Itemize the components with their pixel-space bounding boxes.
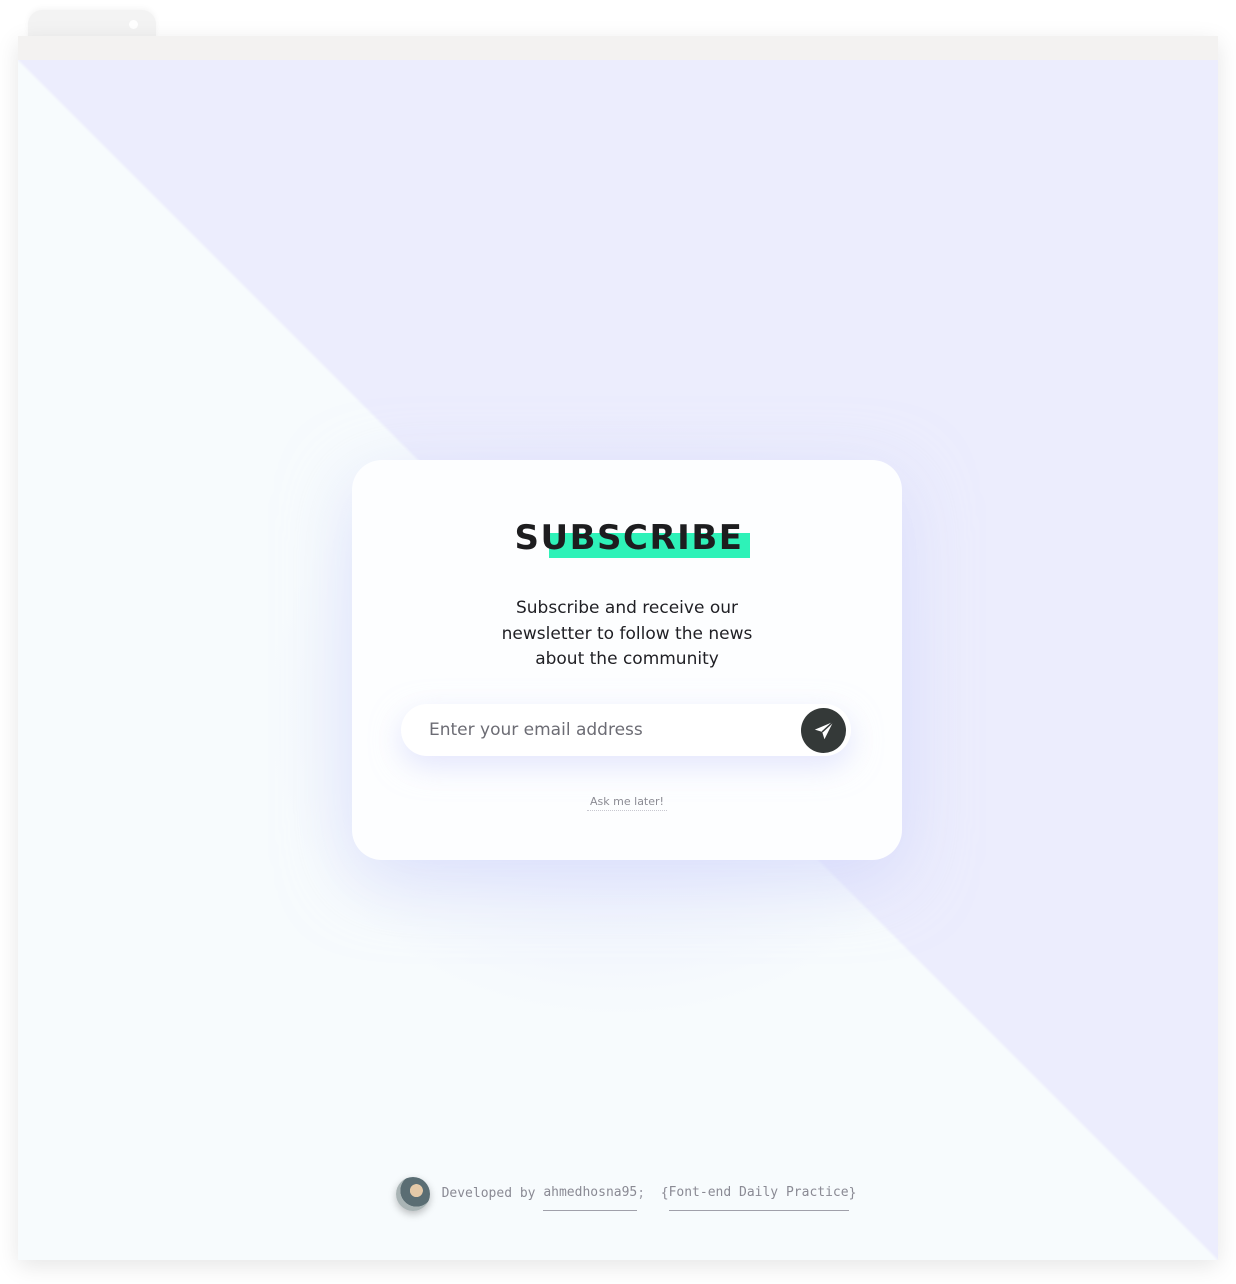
project-link[interactable]: Font-end Daily Practice bbox=[668, 1176, 849, 1211]
send-button[interactable] bbox=[801, 708, 846, 753]
subscribe-title: SUBSCRIBE bbox=[514, 518, 744, 558]
title-wrap: SUBSCRIBE bbox=[352, 516, 902, 560]
brace-close: } bbox=[848, 1185, 857, 1201]
footer-content: Developed by ahmedhosna95; {Font-end Dai… bbox=[395, 1176, 857, 1211]
subscribe-card: SUBSCRIBE Subscribe and receive our news… bbox=[352, 460, 902, 860]
subscribe-description: Subscribe and receive our newsletter to … bbox=[501, 598, 753, 669]
subscribe-form bbox=[401, 704, 851, 756]
footer-separator: ; bbox=[637, 1185, 646, 1201]
developed-by-label: Developed by bbox=[441, 1185, 536, 1201]
page-background: SUBSCRIBE Subscribe and receive our news… bbox=[18, 60, 1218, 1260]
ask-later-link[interactable]: Ask me later! bbox=[587, 795, 667, 811]
browser-top-bar bbox=[18, 36, 1218, 60]
browser-window: SUBSCRIBE Subscribe and receive our news… bbox=[18, 36, 1218, 1260]
paper-plane-icon bbox=[814, 720, 834, 739]
brace-open: { bbox=[660, 1185, 669, 1201]
author-avatar bbox=[395, 1176, 430, 1211]
email-input[interactable] bbox=[429, 704, 789, 756]
footer: Developed by ahmedhosna95; {Font-end Dai… bbox=[0, 1176, 1236, 1225]
author-link[interactable]: ahmedhosna95 bbox=[543, 1176, 638, 1211]
ask-later-wrap: Ask me later! bbox=[352, 790, 902, 811]
tab-indicator-dot bbox=[129, 20, 138, 29]
